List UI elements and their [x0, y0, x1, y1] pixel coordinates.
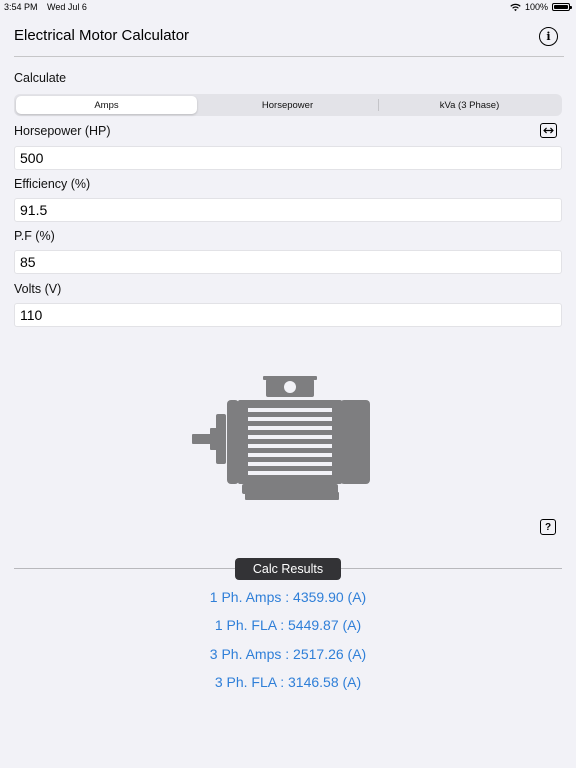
swap-horizontal-icon[interactable]: [540, 123, 557, 138]
question-mark-icon[interactable]: ?: [540, 519, 556, 535]
power-factor-input[interactable]: [14, 250, 562, 274]
efficiency-label: Efficiency (%): [14, 177, 91, 191]
volts-input[interactable]: [14, 303, 562, 327]
status-date: Wed Jul 6: [47, 2, 87, 12]
page-title: Electrical Motor Calculator: [14, 27, 190, 44]
power-factor-label: P.F (%): [14, 229, 55, 243]
volts-label: Volts (V): [14, 282, 62, 296]
horsepower-input[interactable]: [14, 146, 562, 170]
result-3ph-amps: 3 Ph. Amps : 2517.26 (A): [209, 646, 367, 662]
result-3ph-fla: 3 Ph. FLA : 3146.58 (A): [214, 674, 362, 690]
calculate-label: Calculate: [14, 71, 67, 85]
status-indicators: 100%: [510, 2, 572, 12]
wifi-icon: [510, 3, 521, 11]
segment-amps[interactable]: Amps: [16, 96, 197, 114]
calc-results-badge: Calc Results: [235, 558, 341, 580]
result-1ph-amps: 1 Ph. Amps : 4359.90 (A): [209, 589, 367, 605]
electric-motor-icon: [192, 376, 370, 500]
battery-icon: [552, 3, 572, 11]
horsepower-label: Horsepower (HP): [14, 124, 111, 138]
efficiency-input[interactable]: [14, 198, 562, 222]
segment-horsepower[interactable]: Horsepower: [197, 96, 378, 114]
header-divider: [14, 56, 564, 57]
result-1ph-fla: 1 Ph. FLA : 5449.87 (A): [214, 617, 362, 633]
segment-kva-3-phase[interactable]: kVa (3 Phase): [379, 96, 560, 114]
battery-percent: 100%: [524, 2, 548, 12]
info-circle-icon[interactable]: i: [539, 27, 558, 46]
status-time: 3:54 PM: [4, 2, 38, 12]
calculate-segmented-control: Amps Horsepower kVa (3 Phase): [14, 94, 562, 116]
status-bar: 3:54 PM Wed Jul 6 100%: [0, 0, 576, 14]
